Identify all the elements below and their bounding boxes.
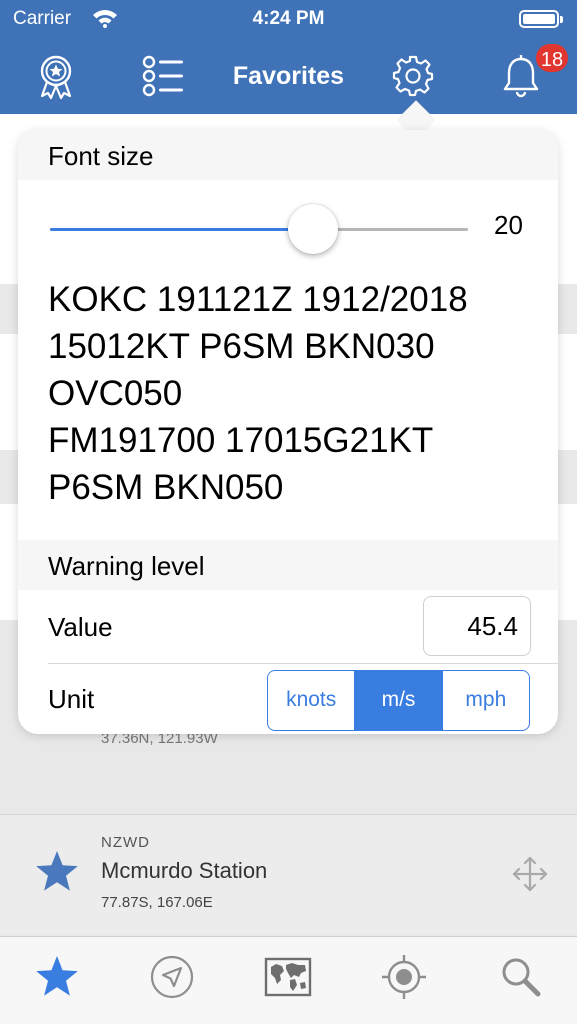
star-tab-icon[interactable] bbox=[33, 953, 81, 1001]
sample-line: P6SM BKN050 bbox=[48, 468, 284, 507]
font-size-value: 20 bbox=[494, 210, 523, 240]
search-icon[interactable] bbox=[496, 953, 544, 1001]
star-icon[interactable] bbox=[33, 848, 81, 896]
station-code: NZWD bbox=[101, 834, 150, 851]
station-name: Mcmurdo Station bbox=[101, 858, 268, 883]
warning-value-input[interactable]: 45.4 bbox=[423, 596, 531, 656]
sample-line: KOKC 191121Z 1912/2018 bbox=[48, 280, 468, 319]
section-header-warning-level: Warning level bbox=[18, 540, 558, 590]
station-coord: 77.87S, 167.06E bbox=[101, 894, 213, 911]
metar-sample-text: KOKC 191121Z 1912/2018 15012KT P6SM BKN0… bbox=[48, 276, 548, 511]
move-icon[interactable] bbox=[510, 854, 550, 894]
header-bar: Carrier 4:24 PM Favorites 18 bbox=[0, 0, 577, 114]
tab-bar bbox=[0, 936, 577, 1024]
unit-option-knots[interactable]: knots bbox=[268, 671, 354, 730]
slider-fill bbox=[50, 228, 314, 231]
unit-segmented-control[interactable]: knots m/s mph bbox=[267, 670, 530, 731]
unit-option-ms[interactable]: m/s bbox=[354, 671, 442, 730]
gear-icon[interactable] bbox=[389, 52, 437, 100]
sample-line: OVC050 bbox=[48, 374, 183, 413]
status-bar: Carrier 4:24 PM bbox=[0, 0, 577, 36]
value-label: Value bbox=[48, 612, 113, 642]
notification-badge: 18 bbox=[534, 42, 570, 74]
unit-label: Unit bbox=[48, 684, 95, 714]
font-size-slider[interactable] bbox=[50, 228, 468, 231]
slider-thumb[interactable] bbox=[288, 204, 339, 254]
world-map-icon[interactable] bbox=[264, 953, 312, 1001]
settings-popover: Font size 20 KOKC 191121Z 1912/2018 1501… bbox=[18, 130, 558, 734]
sample-line: FM191700 17015G21KT bbox=[48, 421, 434, 460]
unit-option-mph[interactable]: mph bbox=[441, 671, 529, 730]
page-title: Favorites bbox=[232, 62, 345, 90]
clock: 4:24 PM bbox=[252, 8, 325, 29]
list-item[interactable] bbox=[0, 814, 577, 934]
section-header-font-size: Font size bbox=[18, 130, 558, 180]
battery-icon bbox=[519, 10, 563, 28]
location-target-icon[interactable] bbox=[380, 953, 428, 1001]
navigation-arrow-icon[interactable] bbox=[148, 953, 196, 1001]
row-divider bbox=[48, 663, 558, 664]
sample-line: 15012KT P6SM BKN030 bbox=[48, 327, 435, 366]
